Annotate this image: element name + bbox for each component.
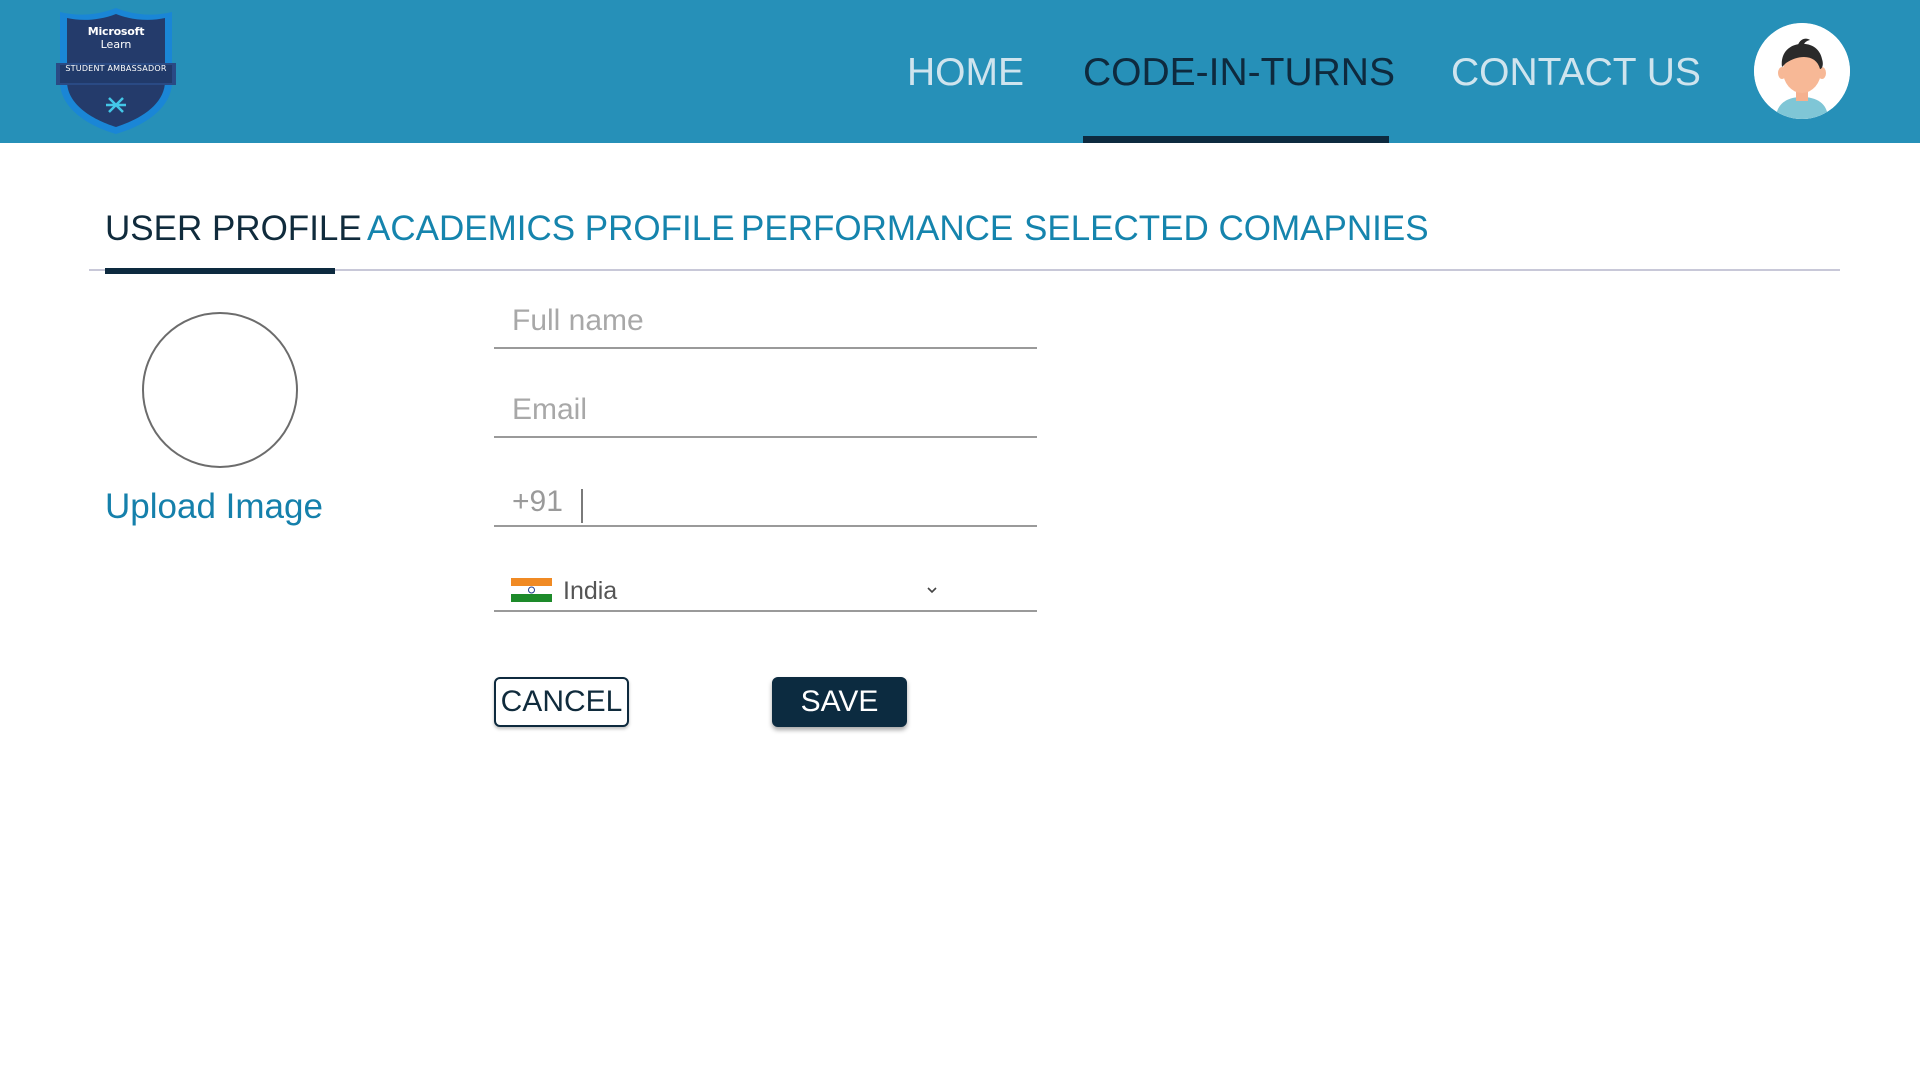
chevron-down-icon	[924, 582, 940, 598]
save-button[interactable]: SAVE	[772, 677, 907, 727]
nav-code-in-turns-link[interactable]: CODE-IN-TURNS	[1083, 50, 1395, 96]
email-input[interactable]	[512, 390, 1032, 430]
country-selected-value: India	[563, 577, 618, 605]
nav-contact-us-link[interactable]: CONTACT US	[1451, 50, 1701, 96]
upload-image-link[interactable]: Upload Image	[105, 485, 323, 529]
full-name-field-wrapper	[494, 295, 1037, 349]
logo-ambassador-text: STUDENT AMBASSADOR	[65, 64, 167, 73]
phone-field-wrapper: +91	[494, 473, 1037, 527]
tab-academics-profile[interactable]: ACADEMICS PROFILE	[367, 206, 735, 252]
full-name-input[interactable]	[512, 301, 1032, 341]
user-avatar-button[interactable]	[1754, 23, 1850, 119]
tab-selected-companies[interactable]: SELECTED COMAPNIES	[1024, 206, 1429, 252]
student-ambassador-logo[interactable]: Microsoft Learn STUDENT AMBASSADOR	[56, 6, 176, 136]
phone-country-code: +91	[512, 485, 563, 518]
tab-performance[interactable]: PERFORMANCE	[741, 206, 1013, 252]
cancel-button[interactable]: CANCEL	[494, 677, 629, 727]
user-avatar-icon	[1754, 23, 1850, 119]
top-navigation-bar: Microsoft Learn STUDENT AMBASSADOR HOME …	[0, 0, 1920, 143]
india-flag-icon	[511, 578, 552, 602]
profile-image-placeholder[interactable]	[142, 312, 298, 468]
nav-active-indicator	[1083, 136, 1389, 143]
logo-microsoft-text: Microsoft	[87, 25, 145, 38]
email-field-wrapper	[494, 384, 1037, 438]
text-cursor	[581, 489, 583, 523]
phone-input[interactable]	[590, 479, 1030, 519]
tabs-divider	[89, 269, 1840, 271]
nav-home-link[interactable]: HOME	[907, 50, 1024, 96]
logo-learn-text: Learn	[100, 38, 132, 51]
country-select[interactable]: India	[494, 560, 1037, 612]
tab-active-indicator	[105, 268, 335, 274]
tab-user-profile[interactable]: USER PROFILE	[105, 206, 362, 252]
